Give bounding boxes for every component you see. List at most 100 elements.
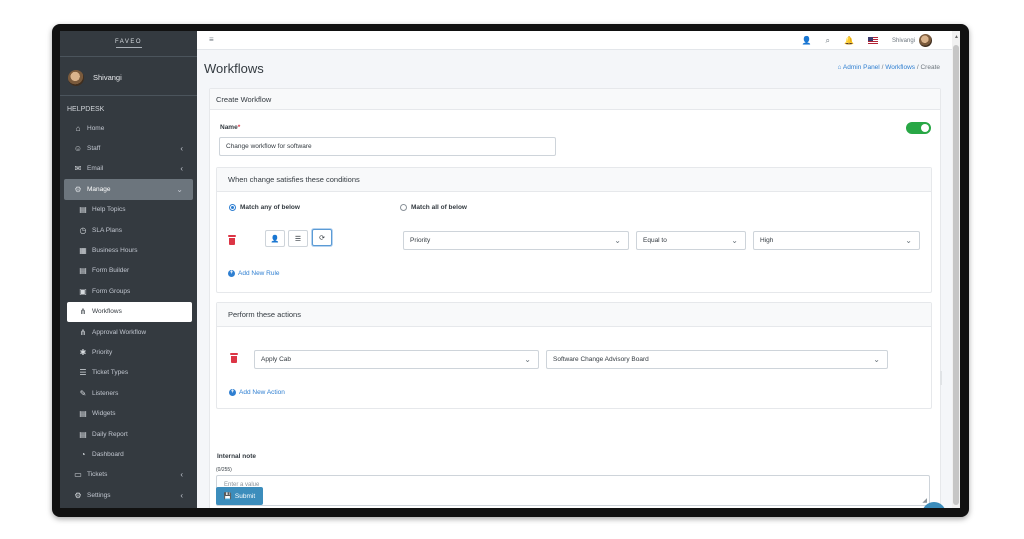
scrollbar-thumb[interactable]	[953, 45, 959, 505]
user-icon: 👤	[270, 235, 280, 243]
sidebar-item-label: Workflows	[92, 308, 122, 316]
condition-value-select[interactable]: High ⌄	[753, 231, 920, 250]
sidebar-item-settings[interactable]: ⚙ Settings ‹	[60, 485, 197, 505]
action-select[interactable]: Apply Cab ⌄	[254, 350, 539, 369]
ticket-icon: ▭	[74, 470, 82, 480]
add-action-link[interactable]: + Add New Action	[229, 389, 285, 396]
sidebar-item-label: Email	[87, 165, 104, 173]
action-target-value: Software Change Advisory Board	[553, 356, 649, 363]
menu-toggle-icon[interactable]: ≡	[209, 35, 214, 44]
delete-action-icon[interactable]	[230, 353, 238, 363]
sidebar-item-form-builder[interactable]: ▤ Form Builder	[60, 261, 197, 281]
sidebar-item-label: Listeners	[92, 389, 119, 397]
manage-icon: ⚙	[74, 184, 82, 194]
delete-rule-icon[interactable]	[228, 235, 236, 245]
plus-circle-icon: +	[228, 270, 235, 277]
flag-us-icon[interactable]	[867, 37, 878, 44]
internal-note-textarea[interactable]: Enter a value ◢	[216, 475, 930, 506]
sidebar-item-widgets[interactable]: ▤ Widgets	[60, 403, 197, 423]
page-title: Workflows	[204, 61, 264, 76]
chevron-left-icon: ‹	[180, 490, 183, 500]
match-all-radio[interactable]: Match all of below	[400, 204, 467, 211]
action-target-select[interactable]: Software Change Advisory Board ⌄	[546, 350, 888, 369]
add-rule-link[interactable]: + Add New Rule	[228, 270, 280, 277]
name-input[interactable]: Change workflow for software	[219, 137, 556, 156]
chevron-down-icon: ⌄	[176, 184, 183, 194]
home-icon[interactable]: ⌂	[838, 64, 842, 71]
users-icon[interactable]: 👤	[802, 36, 812, 45]
add-action-label: Add New Action	[239, 389, 285, 396]
sidebar-item-daily-report[interactable]: ▤ Daily Report	[60, 424, 197, 444]
clock-icon: ◷	[79, 225, 87, 235]
scrollbar[interactable]: ▲	[952, 31, 960, 508]
sidebar-item-label: Tickets	[87, 471, 108, 479]
sidebar-item-staff[interactable]: ☺ Staff ‹	[60, 138, 197, 158]
internal-note-label: Internal note	[217, 453, 257, 460]
sidebar-item-label: Form Groups	[92, 287, 131, 295]
sidebar-item-business-hours[interactable]: ▦ Business Hours	[60, 240, 197, 260]
name-label: Name*	[220, 124, 240, 131]
sidebar-item-help-topics[interactable]: ▤ Help Topics	[60, 200, 197, 220]
active-toggle[interactable]	[906, 122, 931, 134]
sidebar-item-approval-workflow[interactable]: ⋔ Approval Workflow	[60, 322, 197, 342]
condition-field-value: Priority	[410, 237, 431, 244]
sidebar-item-home[interactable]: ⌂ Home	[60, 118, 197, 138]
plus-circle-icon: +	[229, 389, 236, 396]
sidebar-item-priority[interactable]: ✱ Priority	[60, 342, 197, 362]
pencil-icon: ✎	[79, 388, 87, 398]
actions-card: Perform these actions Apply Cab ⌄ Softwar…	[216, 302, 932, 409]
refresh-icon: ⟳	[319, 234, 325, 242]
sidebar-item-tickets[interactable]: ▭ Tickets ‹	[60, 465, 197, 485]
user-panel[interactable]: Shivangi	[60, 60, 197, 96]
sidebar-item-label: Staff	[87, 145, 101, 153]
sidebar-item-label: Dashboard	[92, 450, 124, 458]
rule-equals-button[interactable]: ☰	[288, 230, 308, 247]
rule-change-button[interactable]: ⟳	[312, 229, 332, 246]
chevron-left-icon: ‹	[180, 164, 183, 174]
breadcrumb-workflows[interactable]: Workflows	[885, 64, 915, 71]
breadcrumb-admin-panel[interactable]: Admin Panel	[843, 64, 880, 71]
sidebar-item-sla-plans[interactable]: ◷ SLA Plans	[60, 220, 197, 240]
avatar	[68, 69, 84, 86]
match-any-radio[interactable]: Match any of below	[229, 204, 300, 211]
sidebar-item-label: Widgets	[92, 410, 116, 418]
sidebar-item-email[interactable]: ✉ Email ‹	[60, 159, 197, 179]
sidebar-item-ticket-types[interactable]: ☰ Ticket Types	[60, 363, 197, 383]
sidebar-item-workflows[interactable]: ⋔ Workflows	[67, 301, 192, 322]
search-icon[interactable]: ⌕	[826, 36, 830, 46]
name-input-value: Change workflow for software	[226, 143, 312, 150]
required-mark: *	[237, 124, 241, 131]
actions-title: Perform these actions	[217, 303, 931, 327]
chevron-down-icon: ⌄	[905, 236, 912, 245]
conditions-title: When change satisfies these conditions	[217, 168, 931, 192]
match-any-label: Match any of below	[240, 204, 300, 211]
brand[interactable]: FAVEO	[60, 31, 197, 57]
dashboard-icon: ◔	[80, 449, 86, 459]
radio-unchecked-icon	[400, 204, 407, 211]
rule-user-button[interactable]: 👤	[265, 230, 285, 247]
gear-icon: ⚙	[74, 490, 82, 500]
resize-grip-icon[interactable]: ◢	[922, 497, 927, 504]
window-icon: ▣	[79, 286, 87, 296]
user-menu[interactable]: Shivangi	[892, 34, 932, 47]
sidebar-item-form-groups[interactable]: ▣ Form Groups	[60, 281, 197, 301]
add-rule-label: Add New Rule	[238, 270, 280, 277]
bell-icon[interactable]: 🔔	[844, 36, 854, 45]
scroll-up-icon[interactable]: ▲	[954, 34, 959, 40]
sidebar-item-label: SLA Plans	[92, 226, 122, 234]
sidebar-item-label: Ticket Types	[92, 369, 129, 377]
submit-label: Submit	[234, 492, 256, 500]
sidebar-item-manage[interactable]: ⚙ Manage ⌄	[64, 179, 193, 200]
sidebar-item-dashboard[interactable]: ◔ Dashboard	[60, 444, 197, 464]
sidebar-item-listeners[interactable]: ✎ Listeners	[60, 383, 197, 403]
staff-icon: ☺	[73, 144, 83, 154]
sidebar-item-label: Form Builder	[92, 267, 130, 275]
home-icon: ⌂	[75, 123, 81, 133]
condition-operator-select[interactable]: Equal to ⌄	[636, 231, 746, 250]
submit-button[interactable]: 💾 Submit	[216, 487, 263, 505]
condition-field-select[interactable]: Priority ⌄	[403, 231, 629, 250]
chevron-down-icon: ⌄	[731, 236, 738, 245]
sidebar-item-label: Help Topics	[92, 206, 126, 214]
list-icon: ☰	[79, 368, 87, 378]
panel-edge	[940, 371, 942, 385]
